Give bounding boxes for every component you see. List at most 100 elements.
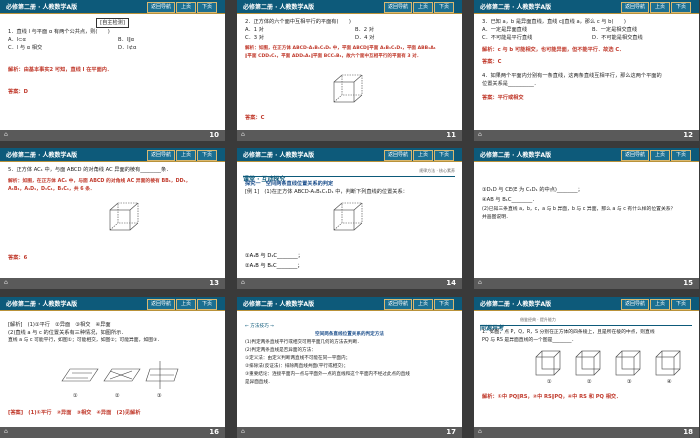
slide-thumbnail[interactable]: 必修第二册 · 人教数学A版 返回导航 上页 下页 [自主检测] 1．直线 l …: [0, 0, 225, 141]
explanation-text: (2)直线 a 与 c 的位置关系有三种情况，如图所示．: [8, 330, 127, 336]
sub-question: ③D₁D 与 CE(E 为 C₁D₁ 的中点)________；: [482, 187, 583, 193]
home-icon[interactable]: ⌂: [241, 279, 245, 286]
nav-next-button[interactable]: 下页: [197, 2, 217, 13]
slide-thumbnail[interactable]: 必修第二册 · 人教数学A版 返回导航 上页 下页 5．正方体 AC₁ 中，与面…: [0, 148, 225, 289]
nav-home-button[interactable]: 返回导航: [384, 299, 412, 310]
slide-thumbnail[interactable]: 必修第二册 · 人教数学A版 返回导航 上页 下页 课堂 · 互动探究 规律方法…: [237, 148, 462, 289]
slide-thumbnail[interactable]: 必修第二册 · 人教数学A版 返回导航 上页 下页 ③D₁D 与 CE(E 为 …: [474, 148, 699, 289]
slide-thumbnail[interactable]: 必修第二册 · 人教数学A版 返回导航 上页 下页 同源异考 借鉴经典 · 提升…: [474, 297, 699, 438]
nav-prev-button[interactable]: 上页: [176, 299, 196, 310]
nav-home-button[interactable]: 返回导航: [147, 299, 175, 310]
figure-label: ③: [157, 393, 162, 399]
slide-footer: ⌂ 11: [237, 130, 462, 141]
option-a: A．一定是异面直线: [482, 27, 528, 33]
home-icon[interactable]: ⌂: [478, 428, 482, 435]
home-icon[interactable]: ⌂: [4, 428, 8, 435]
cube-figure: [333, 202, 363, 231]
option-label: ④: [667, 379, 672, 385]
topic-heading: 探究一 空间两条直线位置关系的判定: [245, 181, 334, 187]
slide-body: [解析] (1)①平行 ②异面 ③相交 ④异面 (2)直线 a 与 c 的位置关…: [8, 321, 217, 345]
option-label: ②: [587, 379, 592, 385]
nav-home-button[interactable]: 返回导航: [621, 299, 649, 310]
header-title: 必修第二册 · 人教数学A版: [6, 152, 78, 159]
nav-home-button[interactable]: 返回导航: [147, 150, 175, 161]
nav-next-button[interactable]: 下页: [434, 299, 454, 310]
nav-home-button[interactable]: 返回导航: [147, 2, 175, 13]
page-number: 13: [209, 279, 219, 287]
nav-next-button[interactable]: 下页: [671, 2, 691, 13]
nav-next-button[interactable]: 下页: [671, 150, 691, 161]
sub-question: ②A₁B 与 B₁C________；: [245, 263, 303, 269]
nav-prev-button[interactable]: 上页: [650, 2, 670, 13]
slide-thumbnail[interactable]: 必修第二册 · 人教数学A版 返回导航 上页 下页 2．正方体的六个面中互相平行…: [237, 0, 462, 141]
option-d: D．4 对: [355, 35, 375, 41]
slide-body: [自主检测] 1．直线 l 与平面 α 有两个公共点，则( ) A．l⊂α B．l…: [8, 18, 217, 96]
slide-thumbnail[interactable]: 必修第二册 · 人教数学A版 返回导航 上页 下页 ← 方法技巧 → 空间两条直…: [237, 297, 462, 438]
question-text: 1．如图，点 P，Q，R，S 分别在正方体的四条棱上，且是所在棱的中点，则直线: [482, 330, 655, 335]
option-b: B．2 对: [355, 27, 374, 33]
option-d: D．不可能是相交直线: [592, 35, 643, 41]
slide-body: ← 方法技巧 → 空间两条直线位置关系的判定方法 (1)判定两条直线平行或相交可…: [245, 323, 454, 387]
slide-header: 必修第二册 · 人教数学A版 返回导航 上页 下页: [474, 0, 699, 14]
nav-home-button[interactable]: 返回导航: [621, 2, 649, 13]
header-title: 必修第二册 · 人教数学A版: [243, 4, 315, 11]
nav-prev-button[interactable]: 上页: [413, 299, 433, 310]
home-icon[interactable]: ⌂: [4, 279, 8, 286]
nav-prev-button[interactable]: 上页: [176, 150, 196, 161]
header-title: 必修第二册 · 人教数学A版: [480, 152, 552, 159]
nav-home-button[interactable]: 返回导航: [384, 150, 412, 161]
slide-footer: ⌂ 16: [0, 427, 225, 438]
slide-footer: ⌂ 15: [474, 278, 699, 289]
nav-next-button[interactable]: 下页: [197, 299, 217, 310]
slide-footer: ⌂ 18: [474, 427, 699, 438]
method-text: (1)判定两条直线平行或相交可用平面几何的方法去判断．: [245, 340, 362, 345]
home-icon[interactable]: ⌂: [241, 131, 245, 138]
slide-body: 2．正方体的六个面中互相平行的平面有( ) A．1 对 B．2 对 C．3 对 D．…: [245, 18, 454, 61]
slide-header: 必修第二册 · 人教数学A版 返回导航 上页 下页: [0, 0, 225, 14]
question-text: (2)已知三条直线 a，b，c，a 与 b 异面，b 与 c 异面，那么 a 与…: [482, 207, 676, 212]
slide-body: ③D₁D 与 CE(E 为 C₁D₁ 的中点)________； ④AB 与 B…: [482, 186, 691, 222]
page-number: 11: [446, 131, 456, 139]
home-icon[interactable]: ⌂: [478, 279, 482, 286]
nav-next-button[interactable]: 下页: [434, 150, 454, 161]
explanation-text: 解析：由基本事实2 可知，直线 l 在平面内．: [8, 67, 113, 73]
home-icon[interactable]: ⌂: [241, 428, 245, 435]
nav-prev-button[interactable]: 上页: [650, 299, 670, 310]
header-title: 必修第二册 · 人教数学A版: [6, 301, 78, 308]
slide-footer: ⌂ 10: [0, 130, 225, 141]
section-banner: 同源异考 借鉴经典 · 提升能力: [480, 315, 692, 332]
slide-thumbnail[interactable]: 必修第二册 · 人教数学A版 返回导航 上页 下页 3．已知 a，b 是异面直线…: [474, 0, 699, 141]
option-b: B．l∥α: [118, 37, 135, 43]
nav-next-button[interactable]: 下页: [671, 299, 691, 310]
nav-home-button[interactable]: 返回导航: [621, 150, 649, 161]
nav-prev-button[interactable]: 上页: [176, 2, 196, 13]
header-title: 必修第二册 · 人教数学A版: [243, 301, 315, 308]
option-a: A．1 对: [245, 27, 264, 33]
home-icon[interactable]: ⌂: [4, 131, 8, 138]
slide-header: 必修第二册 · 人教数学A版 返回导航 上页 下页: [474, 148, 699, 162]
page-number: 17: [446, 428, 456, 436]
option-a: A．l⊂α: [8, 37, 26, 43]
nav-prev-button[interactable]: 上页: [413, 150, 433, 161]
explanation-text: 解析：如图，在正方体 ABCD-A₁B₁C₁D₁ 中，平面 ABCD∥平面 A₁…: [245, 46, 436, 51]
cube-figure: [109, 202, 139, 231]
header-title: 必修第二册 · 人教数学A版: [480, 4, 552, 11]
nav-next-button[interactable]: 下页: [197, 150, 217, 161]
page-number: 18: [683, 428, 693, 436]
slide-body: 1．如图，点 P，Q，R，S 分别在正方体的四条棱上，且是所在棱的中点，则直线 …: [482, 329, 691, 345]
slide-footer: ⌂ 14: [237, 278, 462, 289]
slide-body: 探究一 空间两条直线位置关系的判定 [例 1] (1)在正方体 ABCD-A₁B…: [245, 180, 454, 196]
nav-prev-button[interactable]: 上页: [650, 150, 670, 161]
question-text: PQ 与 RS 是异面直线的一个图是________．: [482, 338, 577, 343]
nav-next-button[interactable]: 下页: [434, 2, 454, 13]
nav-prev-button[interactable]: 上页: [413, 2, 433, 13]
home-icon[interactable]: ⌂: [478, 131, 482, 138]
option-c: C．不可能是平行直线: [482, 35, 533, 41]
header-title: 必修第二册 · 人教数学A版: [6, 4, 78, 11]
nav-home-button[interactable]: 返回导航: [384, 2, 412, 13]
answer-text: 答案：C: [245, 115, 265, 121]
slide-body: 3．已知 a，b 是异面直线，直线 c∥直线 a，那么 c 与 b( ) A．一…: [482, 18, 691, 102]
slide-thumbnail[interactable]: 必修第二册 · 人教数学A版 返回导航 上页 下页 [解析] (1)①平行 ②异…: [0, 297, 225, 438]
option-c: C．3 对: [245, 35, 264, 41]
explanation-text: 解析：①中 PQ∥RS，②中 RS∥PQ，④中 RS 和 PQ 相交．: [482, 394, 622, 400]
